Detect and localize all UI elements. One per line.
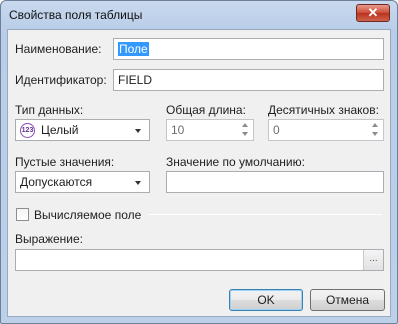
computed-field-label[interactable]: Вычисляемое поле (34, 208, 141, 222)
empty-values-label: Пустые значения: (15, 155, 115, 169)
window-title: Свойства поля таблицы (9, 8, 143, 22)
decimal-places-stepper[interactable]: 0 (268, 119, 384, 141)
data-type-label: Тип данных: (15, 103, 84, 117)
name-label: Наименование: (15, 42, 102, 56)
data-type-select[interactable]: 123 Целый (15, 119, 150, 141)
decimal-places-label: Десятичных знаков: (268, 103, 379, 117)
section-divider (148, 214, 382, 215)
identifier-label: Идентификатор: (15, 73, 107, 87)
default-value-input[interactable] (166, 171, 384, 193)
spin-arrows[interactable] (242, 123, 250, 137)
ok-button[interactable]: OK (229, 289, 303, 311)
total-length-stepper[interactable]: 10 (166, 119, 254, 141)
spin-down-icon[interactable] (242, 132, 248, 136)
spin-up-icon[interactable] (242, 123, 248, 127)
expression-label: Выражение: (15, 232, 84, 246)
data-type-value: Целый (41, 123, 79, 137)
identifier-input[interactable]: FIELD (113, 69, 384, 91)
integer-type-icon: 123 (20, 123, 35, 138)
chevron-down-icon (135, 181, 141, 185)
expression-browse-button[interactable]: ... (363, 250, 383, 270)
decimal-places-value: 0 (273, 123, 280, 137)
close-icon: ✕ (367, 5, 379, 20)
chevron-down-icon (135, 129, 141, 133)
cancel-button[interactable]: Отмена (310, 289, 385, 311)
close-button[interactable]: ✕ (356, 4, 390, 22)
dialog-body: Наименование: Поле Идентификатор: FIELD … (7, 29, 391, 317)
empty-values-select[interactable]: Допускаются (15, 171, 150, 193)
empty-values-value: Допускаются (20, 175, 93, 189)
spin-arrows[interactable] (372, 123, 380, 137)
name-value: Поле (118, 42, 149, 56)
dialog-window: Свойства поля таблицы ✕ Наименование: По… (0, 0, 398, 324)
name-input[interactable]: Поле (113, 38, 384, 60)
expression-input[interactable]: ... (15, 249, 384, 271)
total-length-value: 10 (171, 123, 185, 137)
title-bar[interactable]: Свойства поля таблицы ✕ (1, 1, 397, 29)
default-value-label: Значение по умолчанию: (166, 155, 305, 169)
spin-up-icon[interactable] (372, 123, 378, 127)
total-length-label: Общая длина: (166, 103, 246, 117)
spin-down-icon[interactable] (372, 132, 378, 136)
computed-field-checkbox[interactable] (16, 208, 29, 221)
